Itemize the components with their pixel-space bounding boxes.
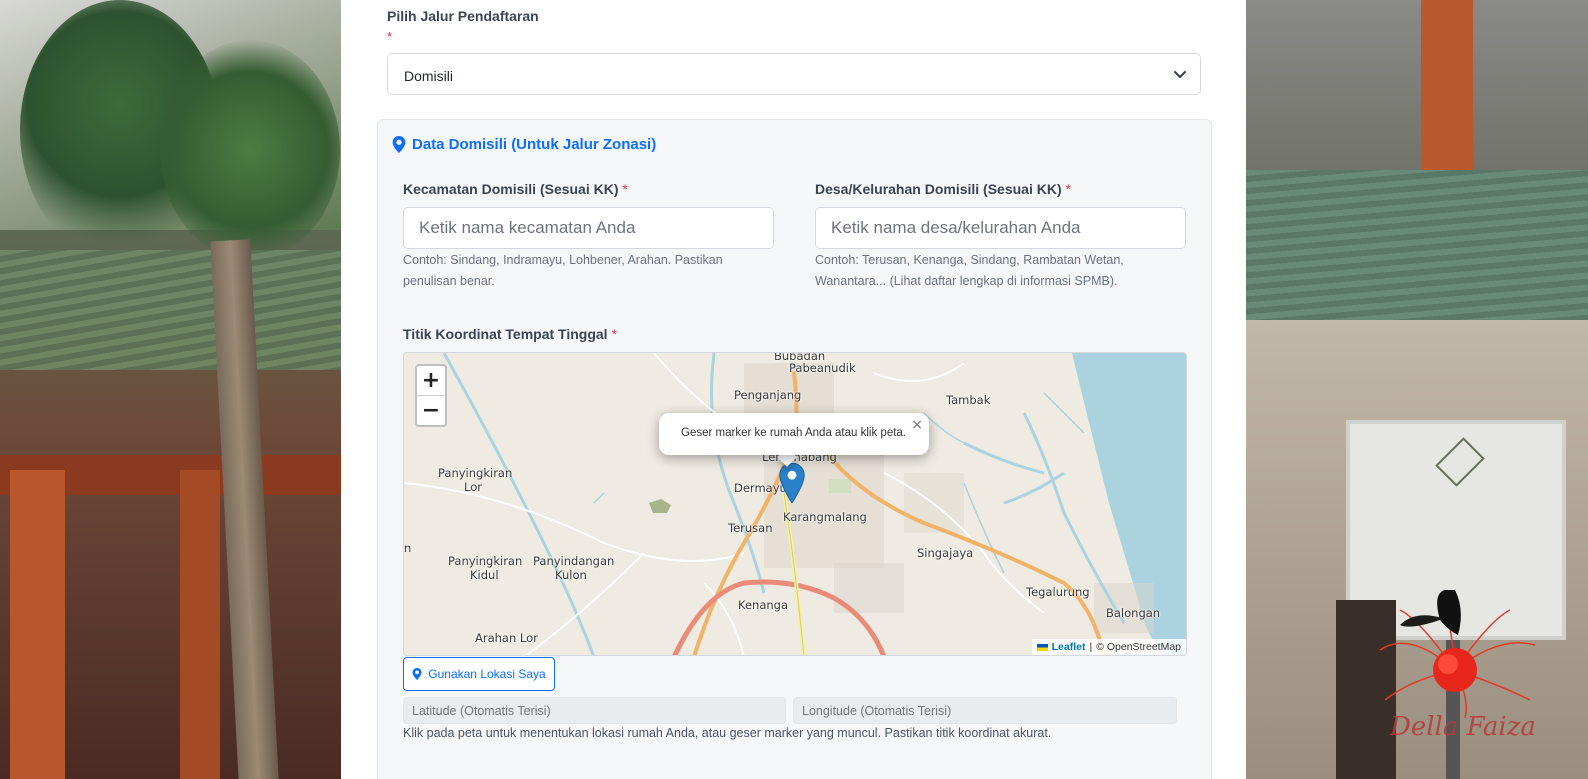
map-label-terusan: Terusan	[728, 521, 773, 535]
titik-koordinat-label: Titik Koordinat Tempat Tinggal *	[403, 326, 617, 342]
map-label-line: Kidul	[470, 568, 499, 582]
map-pin-icon	[412, 668, 422, 680]
desa-label-text: Desa/Kelurahan Domisili (Sesuai KK)	[815, 181, 1062, 197]
map-label-kenanga: Kenanga	[738, 598, 789, 612]
popup-close-icon[interactable]: ×	[911, 417, 923, 433]
coordinate-help: Klik pada peta untuk menentukan lokasi r…	[403, 726, 1052, 740]
desa-label: Desa/Kelurahan Domisili (Sesuai KK) *	[815, 181, 1071, 197]
map-label-line: Kulon	[555, 568, 587, 582]
map-label-arahan-lor: Arahan Lor	[475, 631, 538, 645]
latitude-field[interactable]	[403, 697, 786, 724]
map-label-penganjang: Penganjang	[734, 388, 802, 402]
registration-form-card: Pilih Jalur Pendaftaran * Domisili Data …	[341, 0, 1246, 779]
zoom-in-button[interactable]: +	[417, 366, 445, 396]
domisili-panel-title: Data Domisili (Untuk Jalur Zonasi)	[392, 136, 656, 153]
jalur-label: Pilih Jalur Pendaftaran	[387, 8, 539, 24]
leaflet-link[interactable]: Leaflet	[1052, 641, 1086, 653]
map-label-line: Panyindangan	[533, 554, 615, 568]
required-mark: *	[387, 29, 393, 44]
background-left-building	[0, 0, 341, 779]
desa-input[interactable]	[815, 207, 1186, 249]
map-popup-text: Geser marker ke rumah Anda atau klik pet…	[681, 427, 906, 439]
map-label-balongan: Balongan	[1106, 606, 1161, 620]
use-my-location-button[interactable]: Gunakan Lokasi Saya	[403, 657, 555, 691]
map-label-panyingkiran-kidul: Panyingkiran Kidul	[448, 554, 522, 582]
domisili-panel-title-text: Data Domisili (Untuk Jalur Zonasi)	[412, 136, 657, 153]
jalur-select-value: Domisili	[404, 68, 453, 84]
signature-watermark: Della Faiza	[1390, 712, 1536, 742]
kecamatan-help: Contoh: Sindang, Indramayu, Lohbener, Ar…	[403, 253, 723, 288]
kecamatan-label-text: Kecamatan Domisili (Sesuai KK)	[403, 181, 619, 197]
jalur-select[interactable]: Domisili	[387, 53, 1201, 95]
map-label-line: Lor	[464, 480, 482, 494]
kecamatan-input[interactable]	[403, 207, 774, 249]
map-label-line: Panyingkiran	[448, 554, 523, 568]
location-map[interactable]: Bubadan Pabeanudik Penganjang Tambak Lem…	[403, 352, 1187, 656]
titik-koordinat-label-text: Titik Koordinat Tempat Tinggal	[403, 326, 608, 342]
map-label-singajaya: Singajaya	[917, 546, 974, 560]
location-marker-icon[interactable]	[779, 463, 805, 503]
map-attribution: Leaflet | © OpenStreetMap	[1031, 639, 1186, 655]
ukraine-flag-icon	[1036, 643, 1048, 651]
required-mark: *	[1065, 181, 1071, 197]
map-label-line: Panyingkiran	[438, 466, 513, 480]
required-mark: *	[611, 326, 617, 342]
map-pin-icon	[392, 136, 406, 153]
map-label-karangmalang: Karangmalang	[783, 510, 867, 524]
map-label-pabeanudik: Pabeanudik	[789, 361, 856, 375]
openstreetmap-link[interactable]: © OpenStreetMap	[1096, 641, 1181, 653]
map-label-panyingkiran-lor: Panyingkiran Lor	[438, 466, 512, 494]
use-my-location-label: Gunakan Lokasi Saya	[428, 667, 546, 681]
map-popup: Geser marker ke rumah Anda atau klik pet…	[659, 413, 929, 455]
kecamatan-label: Kecamatan Domisili (Sesuai KK) *	[403, 181, 628, 197]
map-label-edge: n	[404, 541, 412, 555]
attribution-separator: |	[1089, 641, 1093, 653]
domisili-panel: Data Domisili (Untuk Jalur Zonasi) Kecam…	[377, 119, 1212, 779]
zoom-out-button[interactable]: −	[417, 396, 445, 425]
butterfly-flower-decoration	[1379, 590, 1536, 719]
desa-help: Contoh: Terusan, Kenanga, Sindang, Ramba…	[815, 253, 1124, 288]
chevron-down-icon	[1174, 71, 1186, 78]
map-label-panyindangan-kulon: Panyindangan Kulon	[533, 554, 614, 582]
longitude-field[interactable]	[793, 697, 1177, 724]
required-mark: *	[622, 181, 628, 197]
map-zoom-control: + −	[415, 364, 447, 427]
map-label-tegalurung: Tegalurung	[1026, 585, 1090, 599]
map-label-tambak: Tambak	[946, 393, 991, 407]
